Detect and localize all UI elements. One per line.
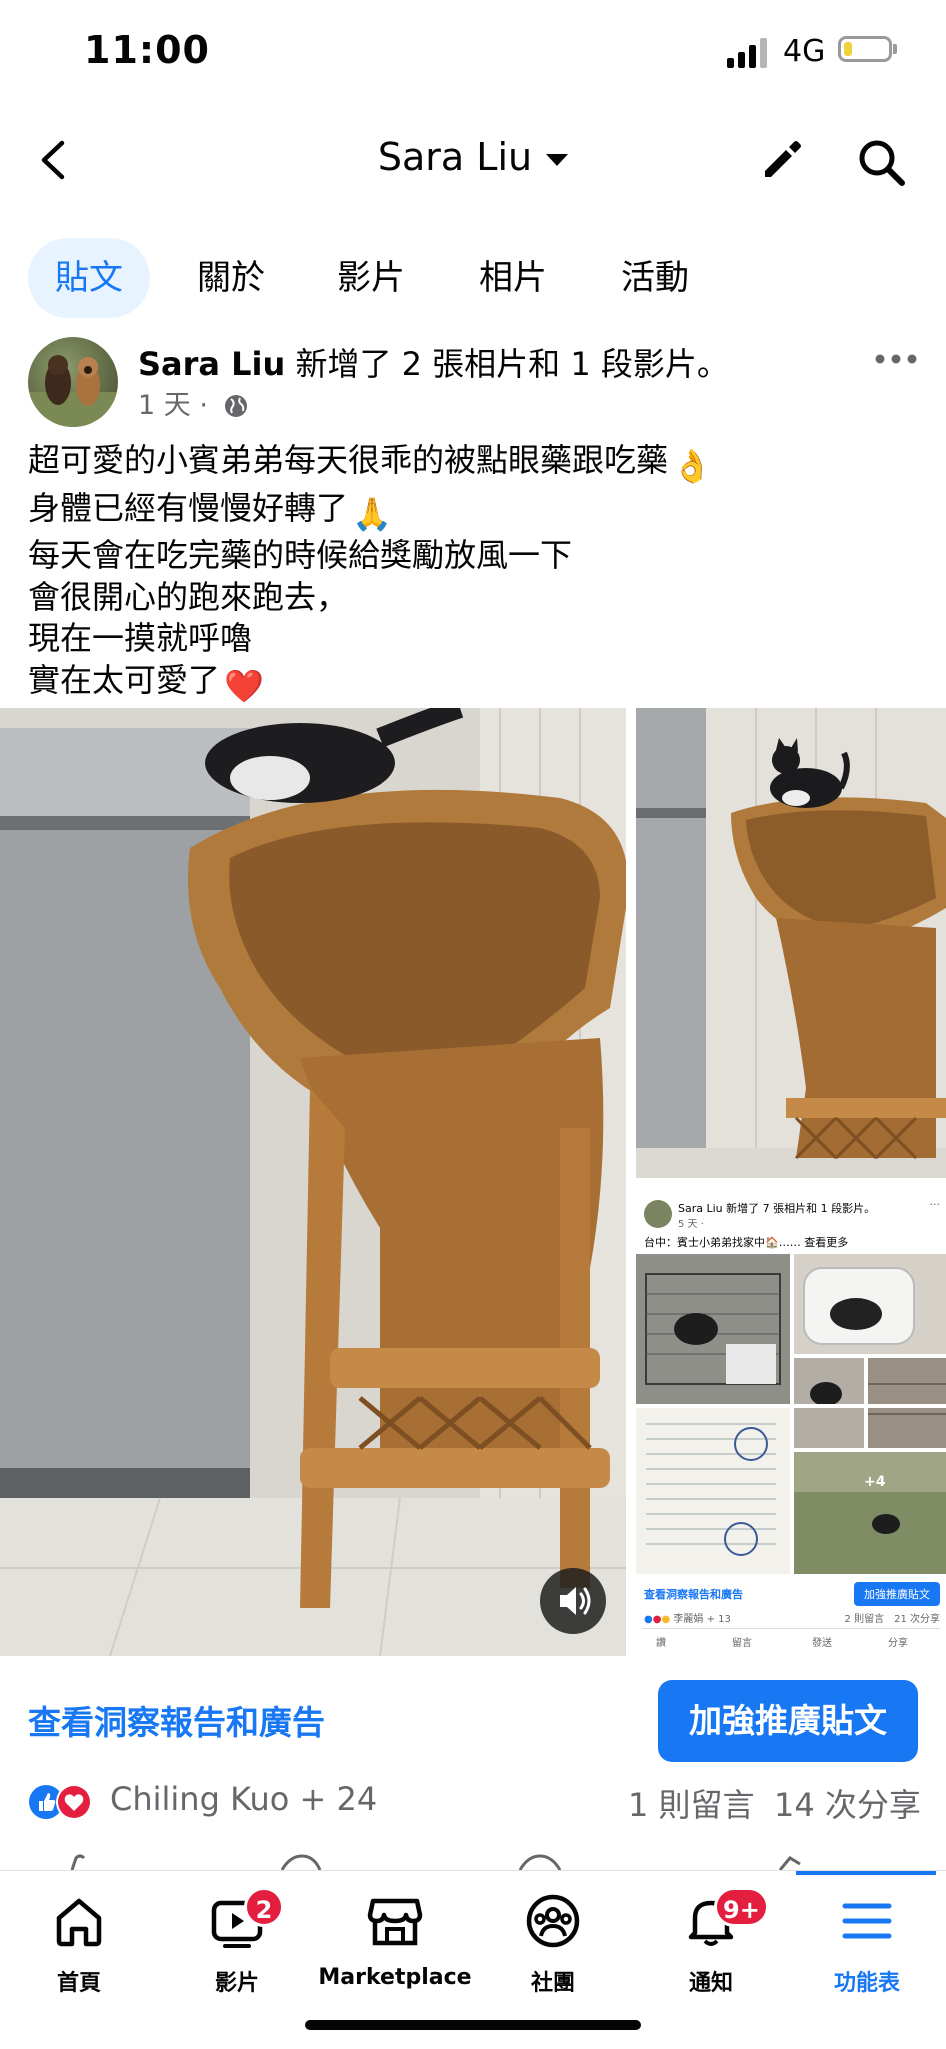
kitten-on-chair-photo	[636, 708, 946, 1178]
volume-button[interactable]	[540, 1568, 606, 1634]
post-header: Sara Liu 新增了 2 張相片和 1 段影片。 1 天 ·	[28, 337, 918, 427]
author-avatar[interactable]	[28, 337, 118, 427]
post-author-name[interactable]: Sara Liu	[138, 345, 285, 383]
more-options-icon[interactable]	[874, 347, 918, 371]
reactors-names[interactable]: Chiling Kuo + 24	[110, 1780, 377, 1818]
mini-caption: 台中：賓士小弟弟找家中🏠…… 查看更多	[644, 1236, 849, 1249]
header-title: Sara Liu	[377, 135, 533, 179]
nav-marketplace[interactable]: Marketplace	[316, 1891, 474, 2001]
nav-groups-label: 社團	[530, 1971, 575, 1996]
dogs-photo	[28, 355, 118, 427]
boost-post-button[interactable]: 加強推廣貼文	[658, 1680, 918, 1762]
red-heart-emoji: ❤️	[224, 666, 264, 705]
nav-marketplace-label: Marketplace	[318, 1965, 472, 1990]
ok-hand-emoji: 👌	[672, 447, 712, 485]
tab-events[interactable]: 活動	[594, 238, 716, 318]
mini-photo-collage	[636, 1254, 946, 1574]
mini-author-line: Sara Liu 新增了 7 張相片和 1 段影片。	[678, 1202, 876, 1215]
battery-icon	[838, 36, 892, 62]
notifications-badge: 9+	[714, 1887, 769, 1927]
status-time: 11:00	[84, 28, 210, 72]
network-label: 4G	[783, 34, 826, 69]
active-tab-indicator	[796, 1871, 936, 1875]
nav-groups[interactable]: 社團	[474, 1891, 632, 2001]
signal-icon	[727, 38, 767, 68]
post-author-line: Sara Liu 新增了 2 張相片和 1 段影片。	[138, 339, 729, 385]
tab-about[interactable]: 關於	[170, 238, 292, 318]
insights-link[interactable]: 查看洞察報告和廣告	[28, 1696, 325, 1744]
marketplace-icon	[367, 1898, 423, 1946]
mini-send-action: 發送	[812, 1638, 832, 1649]
post-time[interactable]: 1 天 ·	[138, 390, 208, 421]
caret-down-icon	[546, 153, 569, 166]
post-video[interactable]	[0, 708, 626, 1656]
nav-video-label: 影片	[214, 1971, 259, 1996]
share-count[interactable]: 14 次分享	[774, 1780, 921, 1826]
post-meta: 1 天 ·	[138, 383, 249, 422]
post-line: 超可愛的小賓弟弟每天很乖的被點眼藥跟吃藥 👌	[28, 440, 918, 488]
mini-comment-action: 留言	[732, 1638, 752, 1649]
tab-photos[interactable]: 相片	[452, 238, 574, 318]
post-photo-1[interactable]	[636, 708, 946, 1178]
status-bar: 11:00 4G	[0, 0, 946, 100]
nav-menu[interactable]: 功能表	[788, 1891, 946, 2001]
nav-home-label: 首頁	[56, 1971, 101, 1996]
speaker-icon	[560, 1587, 591, 1615]
post-action-text: 新增了 2 張相片和 1 段影片。	[285, 345, 729, 383]
nav-video[interactable]: 2 影片	[158, 1887, 316, 2001]
battery-tip	[893, 44, 897, 54]
globe-icon	[224, 395, 247, 417]
home-indicator	[305, 2020, 641, 2030]
mini-avatar	[644, 1200, 672, 1228]
post-line: 身體已經有慢慢好轉了 🙏	[28, 488, 918, 536]
nav-notifications-label: 通知	[688, 1971, 733, 1996]
comment-count[interactable]: 1 則留言	[628, 1780, 755, 1826]
mini-divider	[642, 1628, 940, 1629]
tab-videos[interactable]: 影片	[310, 238, 432, 318]
kitten-on-rattan-chair-video	[0, 708, 626, 1656]
mini-boost-button: 加強推廣貼文	[854, 1582, 940, 1606]
groups-icon	[526, 1894, 580, 1948]
post-line: 實在太可愛了 ❤️	[28, 660, 918, 708]
post-line: 現在一摸就呼嚕	[28, 619, 253, 657]
nav-notifications[interactable]: 9+ 通知	[632, 1887, 790, 2001]
mini-more-icon: ···	[929, 1198, 941, 1211]
post-photo-2[interactable]: Sara Liu 新增了 7 張相片和 1 段影片。 5 天 · ··· 台中：…	[636, 1188, 946, 1656]
post-line: 每天會在吃完藥的時候給獎勵放風一下	[28, 536, 573, 574]
mini-share-action: 分享	[888, 1638, 908, 1649]
home-icon	[56, 1898, 102, 1947]
nav-menu-label: 功能表	[833, 1971, 900, 1996]
action-icons-partial	[70, 1854, 801, 1870]
post-action-bar	[0, 1850, 946, 1870]
menu-icon	[842, 1903, 892, 1939]
mini-insights-link: 查看洞察報告和廣告	[644, 1588, 743, 1601]
mini-time: 5 天 ·	[678, 1219, 704, 1230]
tab-posts[interactable]: 貼文	[28, 238, 150, 318]
reaction-icons[interactable]	[28, 1782, 100, 1822]
embedded-post-screenshot: Sara Liu 新增了 7 張相片和 1 段影片。 5 天 · ··· 台中：…	[636, 1188, 946, 1656]
mini-reactors: ●●● 李麗娟 + 13	[644, 1614, 731, 1625]
mini-more-count: +4	[864, 1474, 886, 1490]
post-text: 超可愛的小賓弟弟每天很乖的被點眼藥跟吃藥 👌 身體已經有慢慢好轉了 🙏 每天會在吃完…	[28, 440, 918, 707]
insights-row: 查看洞察報告和廣告 加強推廣貼文	[0, 1656, 946, 1766]
post-line: 會很開心的跑來跑去，	[28, 577, 349, 616]
praying-hands-emoji: 🙏	[352, 494, 392, 533]
mini-like-action: 讚	[656, 1638, 666, 1649]
nav-home[interactable]: 首頁	[0, 1891, 158, 2001]
mini-stats: 2 則留言 21 次分享	[844, 1614, 940, 1625]
reactions-row: Chiling Kuo + 24 1 則留言 14 次分享	[0, 1772, 946, 1832]
search-icon[interactable]	[854, 135, 908, 189]
profile-header: Sara Liu	[0, 115, 946, 205]
post-media-grid: Sara Liu 新增了 7 張相片和 1 段影片。 5 天 · ··· 台中：…	[0, 708, 946, 1656]
edit-pencil-icon[interactable]	[756, 135, 806, 185]
video-badge: 2	[244, 1887, 284, 1927]
